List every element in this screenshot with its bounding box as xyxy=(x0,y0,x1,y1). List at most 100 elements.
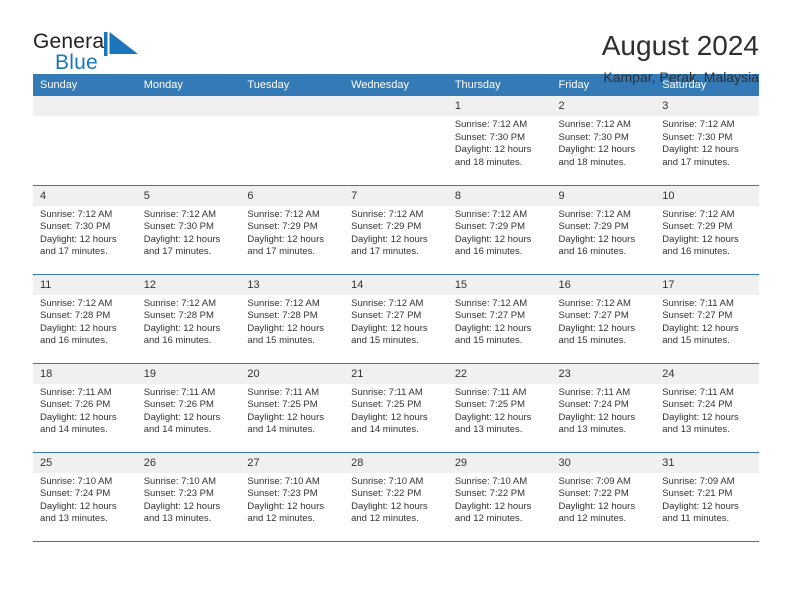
sunrise-text: Sunrise: 7:12 AM xyxy=(454,297,528,309)
general-blue-logo[interactable]: General Blue xyxy=(33,30,148,82)
day-number: 27 xyxy=(240,452,345,473)
day-details: Sunrise: 7:12 AM Sunset: 7:30 PM Daylight:… xyxy=(655,116,759,169)
daylight-text: Daylight: 12 hours and 15 minutes. xyxy=(662,322,739,347)
day-cell[interactable]: 17 Sunrise: 7:11 AM Sunset: 7:27 PM Dayligh… xyxy=(655,274,759,364)
day-cell[interactable]: 4 Sunrise: 7:12 AM Sunset: 7:30 PM Daylight… xyxy=(33,185,137,275)
daylight-text: Daylight: 12 hours and 16 minutes. xyxy=(454,233,532,258)
day-cell[interactable]: 23 Sunrise: 7:11 AM Sunset: 7:24 PM Dayligh… xyxy=(551,363,656,453)
daylight-text: Daylight: 12 hours and 18 minutes. xyxy=(454,144,532,168)
weekday-header-wednesday: Wednesday xyxy=(344,74,448,96)
day-cell[interactable]: 25 Sunrise: 7:10 AM Sunset: 7:24 PM Dayligh… xyxy=(33,452,137,542)
sunrise-text: Sunrise: 7:12 AM xyxy=(454,119,528,130)
day-number: 17 xyxy=(655,274,759,295)
day-cell[interactable]: 8 Sunrise: 7:12 AM Sunset: 7:29 PM Daylight… xyxy=(447,185,552,275)
day-cell[interactable]: 26 Sunrise: 7:10 AM Sunset: 7:23 PM Dayligh… xyxy=(136,452,241,542)
day-number: 19 xyxy=(136,363,241,384)
sunrise-text: Sunrise: 7:12 AM xyxy=(247,297,320,309)
sunset-text: Sunset: 7:23 PM xyxy=(247,488,318,500)
sunrise-text: Sunrise: 7:09 AM xyxy=(662,475,735,487)
sunset-text: Sunset: 7:26 PM xyxy=(143,399,214,411)
day-cell[interactable]: 24 Sunrise: 7:11 AM Sunset: 7:24 PM Dayligh… xyxy=(655,363,759,453)
daylight-text: Daylight: 12 hours and 12 minutes. xyxy=(351,500,428,525)
day-cell[interactable]: 30 Sunrise: 7:09 AM Sunset: 7:22 PM Dayligh… xyxy=(551,452,656,542)
day-cell[interactable]: 11 Sunrise: 7:12 AM Sunset: 7:28 PM Dayligh… xyxy=(33,274,137,364)
sunset-text: Sunset: 7:22 PM xyxy=(558,488,629,500)
sunset-text: Sunset: 7:27 PM xyxy=(351,310,422,322)
day-number: 22 xyxy=(447,363,552,384)
day-cell[interactable]: 10 Sunrise: 7:12 AM Sunset: 7:29 PM Dayligh… xyxy=(655,185,759,275)
day-details: Sunrise: 7:10 AM Sunset: 7:23 PM Daylight:… xyxy=(137,473,241,526)
daylight-text: Daylight: 12 hours and 17 minutes. xyxy=(662,144,739,168)
daylight-text: Daylight: 12 hours and 14 minutes. xyxy=(143,411,221,436)
page-header: General Blue August 2024 Kampar, Perak, … xyxy=(33,0,759,85)
day-number: 2 xyxy=(551,96,656,116)
day-number: 10 xyxy=(655,185,759,206)
day-cell[interactable]: 18 Sunrise: 7:11 AM Sunset: 7:26 PM Dayligh… xyxy=(33,363,137,453)
day-cell[interactable]: 5 Sunrise: 7:12 AM Sunset: 7:30 PM Daylight… xyxy=(136,185,241,275)
sunset-text: Sunset: 7:25 PM xyxy=(247,399,318,411)
sunset-text: Sunset: 7:30 PM xyxy=(454,131,526,143)
sunrise-text: Sunrise: 7:11 AM xyxy=(351,386,423,398)
day-cell[interactable]: 12 Sunrise: 7:12 AM Sunset: 7:28 PM Dayligh… xyxy=(136,274,241,364)
sunset-text: Sunset: 7:24 PM xyxy=(662,399,733,411)
day-cell[interactable]: 29 Sunrise: 7:10 AM Sunset: 7:22 PM Dayligh… xyxy=(447,452,552,542)
daylight-text: Daylight: 12 hours and 17 minutes. xyxy=(247,233,324,258)
day-number: 3 xyxy=(655,96,759,116)
day-cell[interactable]: 2 Sunrise: 7:12 AM Sunset: 7:30 PM Daylight… xyxy=(551,96,656,186)
daylight-text: Daylight: 12 hours and 15 minutes. xyxy=(454,322,532,347)
day-details xyxy=(137,116,241,119)
day-number: 15 xyxy=(447,274,552,295)
week-row: 18 Sunrise: 7:11 AM Sunset: 7:26 PM Dayligh… xyxy=(33,363,759,453)
daylight-text: Daylight: 12 hours and 17 minutes. xyxy=(40,233,117,258)
day-number: 30 xyxy=(551,452,656,473)
day-cell[interactable]: 28 Sunrise: 7:10 AM Sunset: 7:22 PM Dayligh… xyxy=(344,452,448,542)
day-details: Sunrise: 7:09 AM Sunset: 7:21 PM Daylight:… xyxy=(655,473,759,526)
triangle-flag-icon xyxy=(104,32,144,56)
day-cell[interactable]: 6 Sunrise: 7:12 AM Sunset: 7:29 PM Daylight… xyxy=(240,185,345,275)
day-details: Sunrise: 7:12 AM Sunset: 7:29 PM Daylight:… xyxy=(344,206,448,259)
day-details: Sunrise: 7:12 AM Sunset: 7:30 PM Daylight:… xyxy=(552,116,656,169)
day-cell[interactable]: 3 Sunrise: 7:12 AM Sunset: 7:30 PM Daylight… xyxy=(655,96,759,186)
day-number xyxy=(344,96,448,116)
sunrise-text: Sunrise: 7:11 AM xyxy=(247,386,320,398)
day-cell[interactable]: 15 Sunrise: 7:12 AM Sunset: 7:27 PM Dayligh… xyxy=(447,274,552,364)
day-cell[interactable]: 20 Sunrise: 7:11 AM Sunset: 7:25 PM Dayligh… xyxy=(240,363,345,453)
day-number: 5 xyxy=(136,185,241,206)
week-row: 1 Sunrise: 7:12 AM Sunset: 7:30 PM Daylight… xyxy=(33,96,759,186)
day-cell[interactable]: 14 Sunrise: 7:12 AM Sunset: 7:27 PM Dayligh… xyxy=(344,274,448,364)
day-cell[interactable]: 31 Sunrise: 7:09 AM Sunset: 7:21 PM Dayligh… xyxy=(655,452,759,542)
day-cell[interactable] xyxy=(344,96,448,186)
day-cell[interactable] xyxy=(240,96,345,186)
day-cell[interactable]: 21 Sunrise: 7:11 AM Sunset: 7:25 PM Dayligh… xyxy=(344,363,448,453)
day-number: 16 xyxy=(551,274,656,295)
day-number: 28 xyxy=(344,452,448,473)
day-cell[interactable] xyxy=(33,96,137,186)
day-details: Sunrise: 7:11 AM Sunset: 7:26 PM Daylight:… xyxy=(33,384,137,437)
weekday-header-monday: Monday xyxy=(136,74,241,96)
day-details: Sunrise: 7:11 AM Sunset: 7:25 PM Daylight:… xyxy=(344,384,448,437)
sunset-text: Sunset: 7:29 PM xyxy=(454,221,526,233)
daylight-text: Daylight: 12 hours and 14 minutes. xyxy=(247,411,324,436)
day-cell[interactable]: 9 Sunrise: 7:12 AM Sunset: 7:29 PM Daylight… xyxy=(551,185,656,275)
day-details xyxy=(33,116,137,119)
day-details: Sunrise: 7:12 AM Sunset: 7:29 PM Daylight:… xyxy=(552,206,656,259)
day-cell[interactable]: 16 Sunrise: 7:12 AM Sunset: 7:27 PM Dayligh… xyxy=(551,274,656,364)
day-cell[interactable]: 13 Sunrise: 7:12 AM Sunset: 7:28 PM Dayligh… xyxy=(240,274,345,364)
day-cell[interactable]: 27 Sunrise: 7:10 AM Sunset: 7:23 PM Dayligh… xyxy=(240,452,345,542)
day-cell[interactable]: 19 Sunrise: 7:11 AM Sunset: 7:26 PM Dayligh… xyxy=(136,363,241,453)
day-details: Sunrise: 7:10 AM Sunset: 7:22 PM Daylight:… xyxy=(448,473,552,526)
day-cell[interactable]: 22 Sunrise: 7:11 AM Sunset: 7:25 PM Dayligh… xyxy=(447,363,552,453)
day-details: Sunrise: 7:12 AM Sunset: 7:27 PM Daylight:… xyxy=(448,295,552,348)
daylight-text: Daylight: 12 hours and 17 minutes. xyxy=(143,233,221,258)
daylight-text: Daylight: 12 hours and 13 minutes. xyxy=(662,411,739,436)
day-cell[interactable] xyxy=(136,96,241,186)
sunrise-text: Sunrise: 7:10 AM xyxy=(143,475,217,487)
daylight-text: Daylight: 12 hours and 14 minutes. xyxy=(351,411,428,436)
day-cell[interactable]: 1 Sunrise: 7:12 AM Sunset: 7:30 PM Daylight… xyxy=(447,96,552,186)
daylight-text: Daylight: 12 hours and 16 minutes. xyxy=(558,233,636,258)
day-details: Sunrise: 7:12 AM Sunset: 7:30 PM Daylight:… xyxy=(448,116,552,169)
sunrise-text: Sunrise: 7:11 AM xyxy=(143,386,216,398)
sunset-text: Sunset: 7:30 PM xyxy=(662,131,733,143)
day-cell[interactable]: 7 Sunrise: 7:12 AM Sunset: 7:29 PM Daylight… xyxy=(344,185,448,275)
daylight-text: Daylight: 12 hours and 12 minutes. xyxy=(247,500,324,525)
